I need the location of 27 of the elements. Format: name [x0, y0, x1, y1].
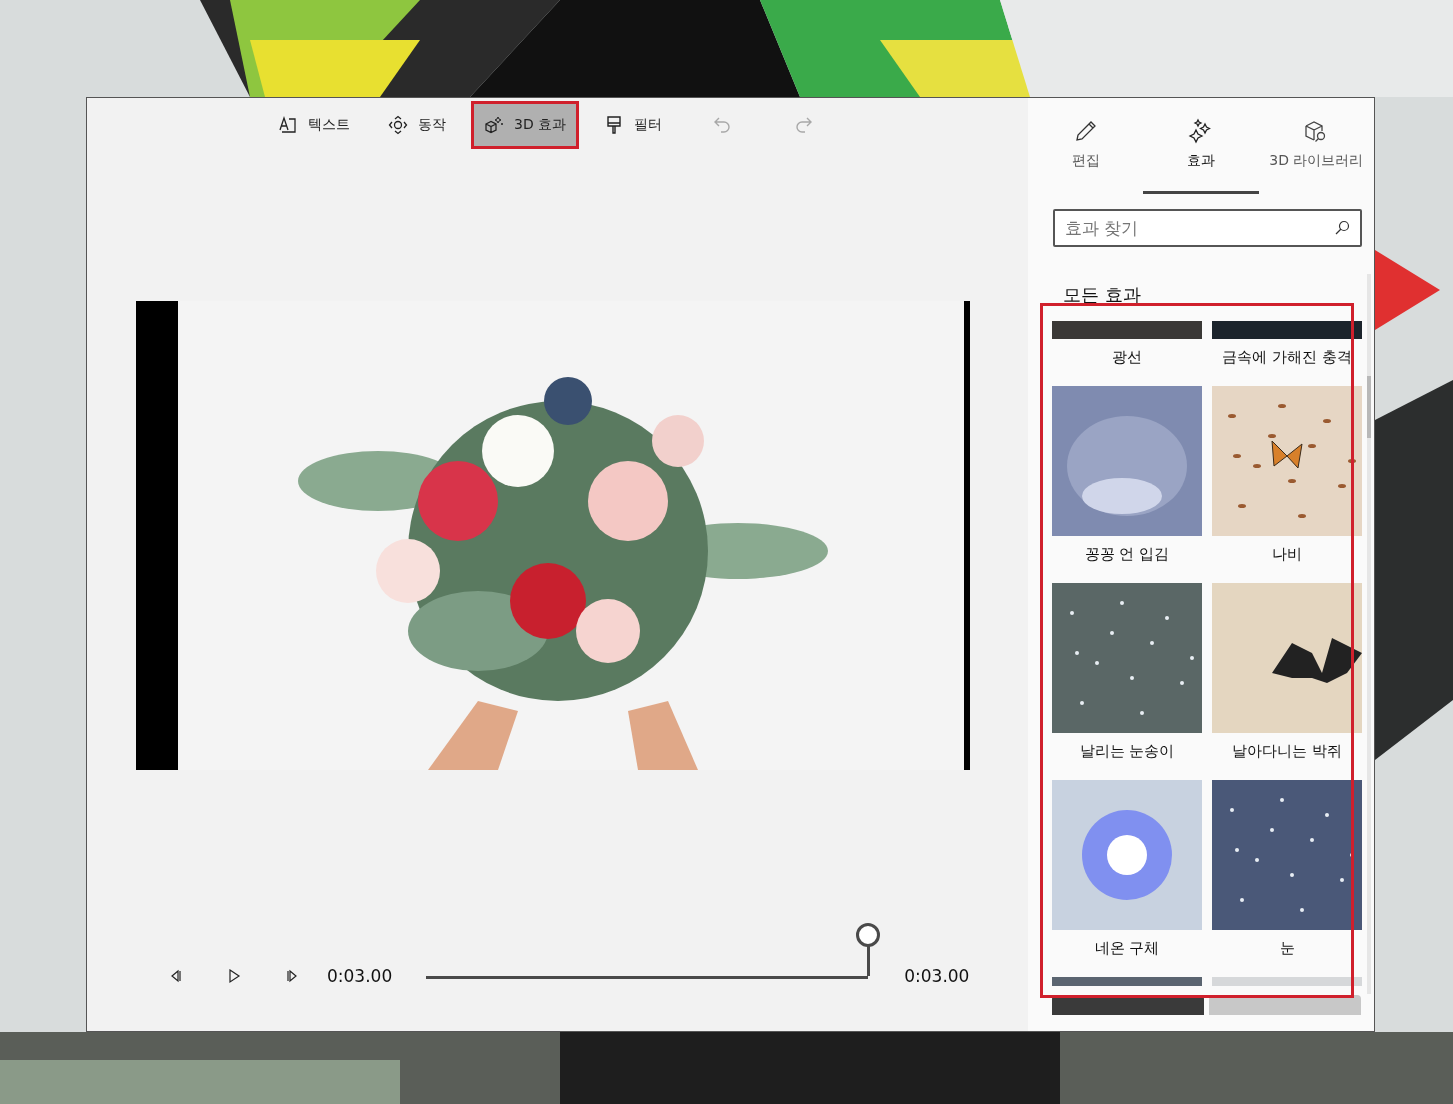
toolbar-button[interactable]: 필터 — [591, 101, 676, 149]
panel-tab[interactable]: 편집 — [1028, 114, 1144, 194]
effect-item[interactable]: 날리는 눈송이 — [1052, 583, 1202, 780]
toolbar-button[interactable]: 3D 효과 — [471, 101, 580, 149]
play-icon — [226, 968, 242, 984]
effect-item[interactable]: 광선 — [1052, 321, 1202, 386]
motion-icon — [388, 115, 408, 135]
panel-tab[interactable]: 3D 라이브러리 — [1258, 114, 1374, 194]
undo-icon — [712, 115, 733, 135]
toolbar-button[interactable]: 동작 — [375, 101, 459, 149]
effect-item[interactable]: 눈 — [1212, 780, 1362, 977]
search-field[interactable]: 효과 찾기 — [1053, 209, 1362, 247]
effect-item[interactable]: 날아다니는 박쥐 — [1212, 583, 1362, 780]
current-time: 0:03.00 — [327, 966, 393, 986]
effect-item[interactable]: 나비 — [1212, 386, 1362, 583]
panel-tab[interactable]: 효과 — [1143, 114, 1259, 194]
effect-item[interactable]: 꽁꽁 언 입김 — [1052, 386, 1202, 583]
text-icon — [278, 115, 298, 135]
toolbar-button[interactable]: 텍스트 — [265, 101, 363, 149]
total-time: 0:03.00 — [904, 966, 970, 986]
effect-item[interactable]: 네온 구체 — [1052, 780, 1202, 977]
section-heading: 모든 효과 — [1063, 283, 1142, 307]
cube-sparkle-icon — [484, 115, 504, 135]
sparkle-icon — [1188, 118, 1214, 144]
search-icon — [1334, 220, 1350, 236]
effect-item[interactable]: 금속에 가해진 충격 — [1212, 321, 1362, 386]
playhead-handle[interactable] — [856, 923, 881, 979]
